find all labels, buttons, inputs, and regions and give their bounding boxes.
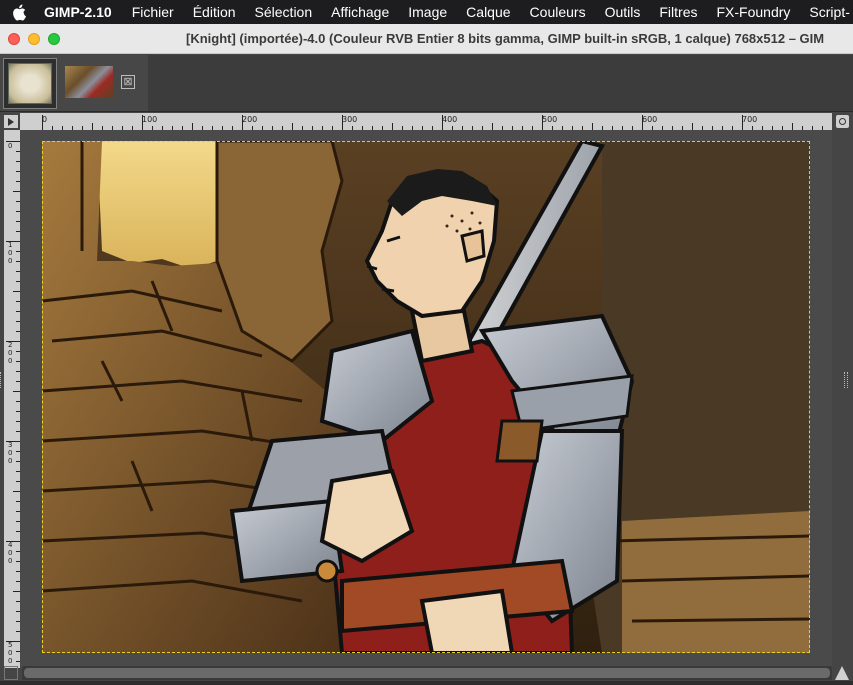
right-dock-handle[interactable] bbox=[844, 372, 848, 388]
navigation-arrow-icon[interactable] bbox=[834, 664, 850, 682]
menu-calque[interactable]: Calque bbox=[466, 4, 510, 20]
ruler-v-tick bbox=[13, 391, 20, 392]
minimize-window-button[interactable] bbox=[28, 32, 40, 45]
ruler-h-tick bbox=[142, 115, 143, 130]
ruler-v-label: 400 bbox=[8, 541, 13, 565]
ruler-h-label: 700 bbox=[742, 115, 758, 124]
ruler-h-label: 600 bbox=[642, 115, 658, 124]
menu-filtres[interactable]: Filtres bbox=[659, 4, 697, 20]
ruler-v-tick bbox=[13, 591, 20, 592]
menu-edition[interactable]: Édition bbox=[193, 4, 236, 20]
ruler-v-tick bbox=[13, 491, 20, 492]
menu-fx-foundry[interactable]: FX-Foundry bbox=[717, 4, 791, 20]
close-tab-icon[interactable]: ⊠ bbox=[121, 75, 135, 89]
quick-mask-toggle[interactable] bbox=[4, 666, 18, 680]
ruler-h-label: 500 bbox=[542, 115, 558, 124]
ruler-h-label: 200 bbox=[242, 115, 258, 124]
ruler-v-label: 0 bbox=[8, 142, 13, 150]
menu-outils[interactable]: Outils bbox=[605, 4, 641, 20]
menu-app-name[interactable]: GIMP-2.10 bbox=[44, 4, 112, 20]
ruler-h-label: 400 bbox=[442, 115, 458, 124]
ruler-v-label: 300 bbox=[8, 441, 13, 465]
apple-icon[interactable] bbox=[12, 3, 26, 21]
macos-menubar: GIMP-2.10 Fichier Édition Sélection Affi… bbox=[0, 0, 853, 24]
status-bar bbox=[0, 681, 853, 685]
ruler-h-tick bbox=[292, 123, 293, 130]
menu-image[interactable]: Image bbox=[408, 4, 447, 20]
ruler-v-tick bbox=[13, 291, 20, 292]
menu-script-fu[interactable]: Script- bbox=[809, 4, 849, 20]
image-tab-thumbnail-knight[interactable] bbox=[65, 66, 113, 98]
window-title: [Knight] (importée)-4.0 (Couleur RVB Ent… bbox=[186, 31, 825, 46]
menu-affichage[interactable]: Affichage bbox=[331, 4, 389, 20]
ruler-v-tick bbox=[13, 191, 20, 192]
ruler-v-label: 200 bbox=[8, 341, 13, 365]
navigate-button[interactable] bbox=[836, 115, 849, 128]
maximize-window-button[interactable] bbox=[48, 32, 60, 45]
ruler-v-tick bbox=[6, 541, 20, 542]
ruler-h-label: 300 bbox=[342, 115, 358, 124]
ruler-h-tick bbox=[592, 123, 593, 130]
ruler-h-label: 100 bbox=[142, 115, 158, 124]
ruler-v-label: 100 bbox=[8, 241, 13, 265]
ruler-h-tick bbox=[242, 115, 243, 130]
ruler-h-tick bbox=[42, 115, 43, 130]
ruler-v-tick bbox=[6, 241, 20, 242]
ruler-h-tick bbox=[492, 123, 493, 130]
vertical-ruler[interactable]: 0 100 200 300 400 500 bbox=[4, 130, 20, 668]
ruler-h-tick bbox=[92, 123, 93, 130]
triangle-up-icon bbox=[835, 666, 849, 680]
ruler-h-tick bbox=[742, 115, 743, 130]
ruler-v-tick bbox=[6, 141, 20, 142]
menu-selection[interactable]: Sélection bbox=[255, 4, 313, 20]
image-tabs-bar: ⊠ bbox=[0, 55, 853, 112]
menu-couleurs[interactable]: Couleurs bbox=[530, 4, 586, 20]
image-tab-thumbnail-1[interactable] bbox=[3, 58, 57, 109]
horizontal-ruler[interactable]: 0 100 200 300 400 500 600 700 bbox=[20, 113, 832, 130]
ruler-h-tick bbox=[192, 123, 193, 130]
menu-fichier[interactable]: Fichier bbox=[132, 4, 174, 20]
ruler-h-tick bbox=[692, 123, 693, 130]
left-dock-handle[interactable] bbox=[0, 372, 3, 388]
image-canvas[interactable] bbox=[42, 141, 810, 653]
knight-illustration bbox=[42, 141, 810, 653]
thumbnail-parchment bbox=[8, 63, 52, 104]
ruler-h-tick bbox=[342, 115, 343, 130]
horizontal-scrollbar[interactable] bbox=[22, 666, 832, 680]
ruler-h-tick bbox=[442, 115, 443, 130]
window-controls bbox=[8, 32, 60, 45]
ruler-h-tick bbox=[642, 115, 643, 130]
ruler-h-tick bbox=[542, 115, 543, 130]
horizontal-scrollbar-thumb[interactable] bbox=[24, 668, 830, 678]
close-window-button[interactable] bbox=[8, 32, 20, 45]
ruler-v-label: 500 bbox=[8, 641, 13, 665]
ruler-h-tick bbox=[392, 123, 393, 130]
ruler-v-tick bbox=[6, 641, 20, 642]
ruler-v-tick bbox=[6, 341, 20, 342]
ruler-v-tick bbox=[6, 441, 20, 442]
right-dock-area bbox=[832, 130, 853, 668]
ruler-corner-menu-button[interactable] bbox=[4, 115, 18, 128]
canvas-area[interactable] bbox=[20, 130, 832, 668]
window-titlebar: [Knight] (importée)-4.0 (Couleur RVB Ent… bbox=[0, 24, 853, 54]
ruler-h-tick bbox=[792, 123, 793, 130]
triangle-right-icon bbox=[8, 117, 14, 126]
